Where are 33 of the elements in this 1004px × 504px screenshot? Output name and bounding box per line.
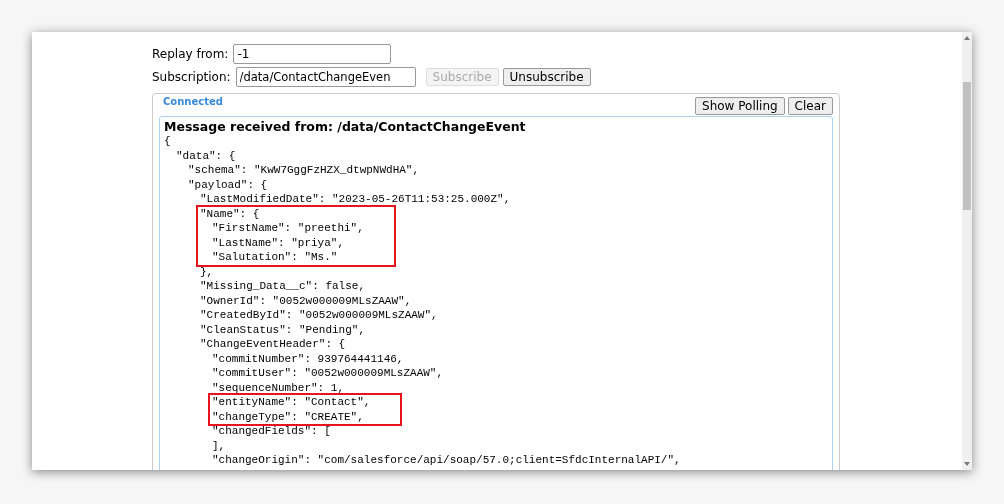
json-line: "changeType": "CREATE", [212,410,364,423]
json-line: "sequenceNumber": 1, [212,381,345,394]
json-line: "commitNumber": 939764441146, [212,352,404,365]
json-line: { [164,135,171,147]
message-heading: Message received from: /data/ContactChangeEvent [164,120,527,134]
replay-label: Replay from: [152,46,229,61]
replay-input[interactable]: -1 [233,43,392,64]
json-line: "changeOrigin": "com/salesforce/api/soap/57.0;client=SfdcInternalAPI/", [212,454,681,466]
scrollbar[interactable] [962,32,972,470]
json-line: "CleanStatus": "Pending", [200,323,366,336]
subscription-label: Subscription: [152,69,231,84]
connection-status: Connected [163,96,223,107]
json-line: "changedFields": [ [212,425,331,437]
json-line: "data": { [176,149,236,162]
json-line: "CreatedById": "0052w000009MLsZAAW", [200,309,438,321]
json-line: "entityName": "Contact", [212,396,371,408]
json-line: "commitUser": "0052w000009MLsZAAW", [212,367,444,379]
json-line: "LastName": "priya", [212,236,345,249]
json-line: "ChangeEventHeader": { [200,338,346,350]
json-line: "payload": { [188,178,268,191]
unsubscribe-button[interactable]: Unsubscribe [502,67,591,86]
json-line: "FirstName": "preethi", [212,222,364,234]
json-line: }, [200,265,214,278]
json-line: "OwnerId": "0052w000009MLsZAAW", [200,294,412,307]
subscription-input[interactable]: /data/ContactChangeEven [235,66,416,87]
json-line: "Missing_Data__c": false, [200,280,366,292]
clear-button[interactable]: Clear [787,97,833,115]
show-polling-button[interactable]: Show Polling [695,97,785,115]
json-line: ], [212,439,226,452]
json-line: "Name": { [200,207,260,220]
json-line: "LastModifiedDate": "2023-05-26T11:53:25.000Z", [200,193,511,205]
json-line: "schema": "KwW7GggFzHZX_dtwpNWdHA", [188,164,420,176]
json-line: "Salutation": "Ms." [212,251,338,263]
